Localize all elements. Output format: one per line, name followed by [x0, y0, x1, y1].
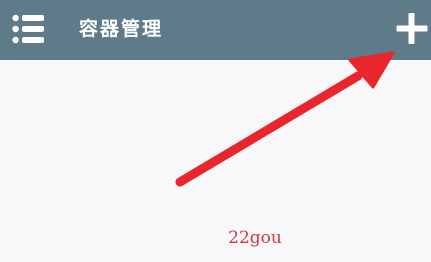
- menu-list-icon: [12, 14, 44, 44]
- add-container-button[interactable]: [394, 11, 430, 47]
- page-title: 容器管理: [79, 18, 164, 40]
- app-bar: 容器管理: [0, 0, 431, 60]
- menu-button[interactable]: [12, 14, 46, 44]
- plus-icon: [396, 13, 428, 44]
- watermark-text: 22gou: [228, 228, 282, 248]
